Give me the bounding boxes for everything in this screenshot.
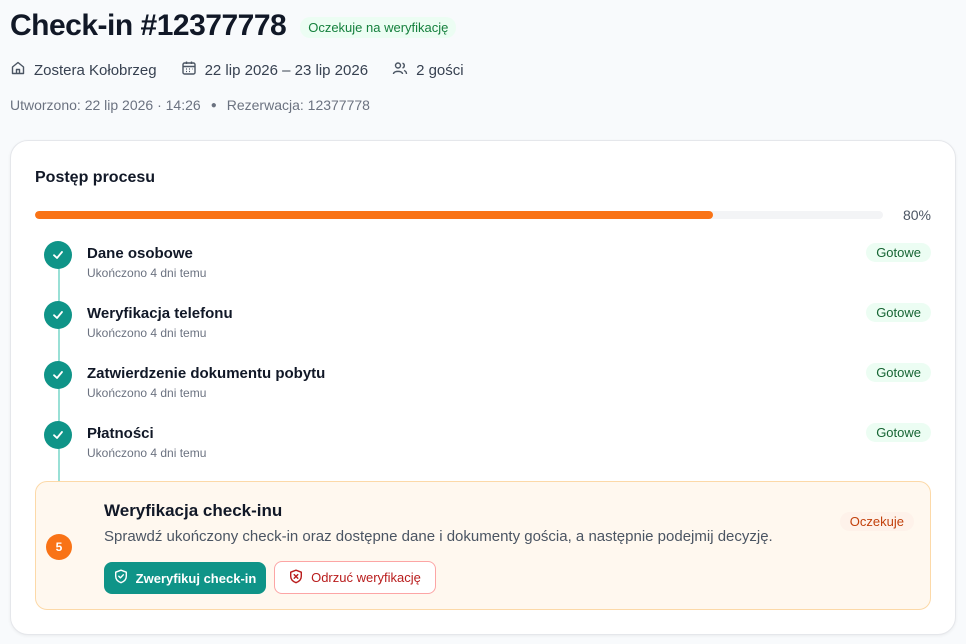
reservation-number: Rezerwacja: 12377778 — [226, 97, 370, 113]
step-subtitle: Ukończono 4 dni temu — [87, 446, 207, 460]
status-badge: Gotowe — [866, 423, 931, 442]
card-title: Postęp procesu — [35, 169, 156, 186]
step-number-badge: 5 — [46, 534, 72, 560]
step-title: Płatności — [87, 425, 154, 442]
shield-check-icon — [114, 569, 136, 587]
step-residence-document: Zatwierdzenie dokumentu pobytu Ukończono… — [11, 361, 955, 421]
page-title: Check-in #12377778 — [10, 9, 287, 42]
step-phone-verification: Weryfikacja telefonu Ukończono 4 dni tem… — [11, 301, 955, 361]
check-icon — [44, 301, 72, 329]
users-icon — [392, 60, 416, 80]
guests-info: 2 gości — [392, 60, 464, 80]
status-badge: Oczekuje na weryfikację — [300, 16, 457, 38]
step-payments: Płatności Ukończono 4 dni temu Gotowe — [11, 421, 955, 481]
page-header: Check-in #12377778 Oczekuje na weryfikac… — [10, 6, 956, 113]
guests-count: 2 gości — [416, 61, 464, 79]
status-badge: Gotowe — [866, 363, 931, 382]
verify-checkin-label: Zweryfikuj check-in — [135, 570, 257, 586]
step-title: Weryfikacja check-inu — [104, 501, 283, 520]
step-subtitle: Ukończono 4 dni temu — [87, 326, 207, 340]
calendar-icon — [181, 60, 205, 80]
check-icon — [44, 241, 72, 269]
step-title: Zatwierdzenie dokumentu pobytu — [87, 365, 326, 382]
progress-percent: 80% — [902, 207, 931, 223]
status-badge: Oczekuje — [839, 512, 914, 531]
step-subtitle: Ukończono 4 dni temu — [87, 386, 207, 400]
step-personal-data: Dane osobowe Ukończono 4 dni temu Gotowe — [11, 241, 955, 301]
check-icon — [44, 421, 72, 449]
check-icon — [44, 361, 72, 389]
step-subtitle: Ukończono 4 dni temu — [87, 266, 207, 280]
step-description: Sprawdź ukończony check-in oraz dostępne… — [104, 528, 773, 545]
step-title: Dane osobowe — [87, 245, 193, 262]
shield-x-icon — [289, 569, 311, 587]
reject-verification-label: Odrzuć weryfikację — [311, 570, 421, 585]
verify-checkin-button[interactable]: Zweryfikuj check-in — [104, 562, 266, 594]
date-range-text: 22 lip 2026 – 23 lip 2026 — [204, 61, 369, 79]
process-progress-card: Postęp procesu 80% Dane osobowe Ukończon… — [10, 140, 956, 635]
property-name: Zostera Kołobrzeg — [34, 61, 157, 79]
date-range: 22 lip 2026 – 23 lip 2026 — [181, 60, 368, 80]
status-badge: Gotowe — [866, 303, 931, 322]
progress-bar-fill — [35, 211, 714, 219]
separator-dot: ● — [210, 99, 217, 111]
created-at: Utworzono: 22 lip 2026 · 14:26 — [10, 97, 201, 113]
property-info: Zostera Kołobrzeg — [10, 60, 157, 80]
home-icon — [10, 60, 34, 80]
progress-bar — [35, 211, 883, 219]
step-title: Weryfikacja telefonu — [87, 305, 233, 322]
reject-verification-button[interactable]: Odrzuć weryfikację — [274, 561, 436, 594]
step-checkin-verification: 5 Weryfikacja check-inu Sprawdź ukończon… — [35, 481, 931, 610]
status-badge: Gotowe — [866, 243, 931, 262]
